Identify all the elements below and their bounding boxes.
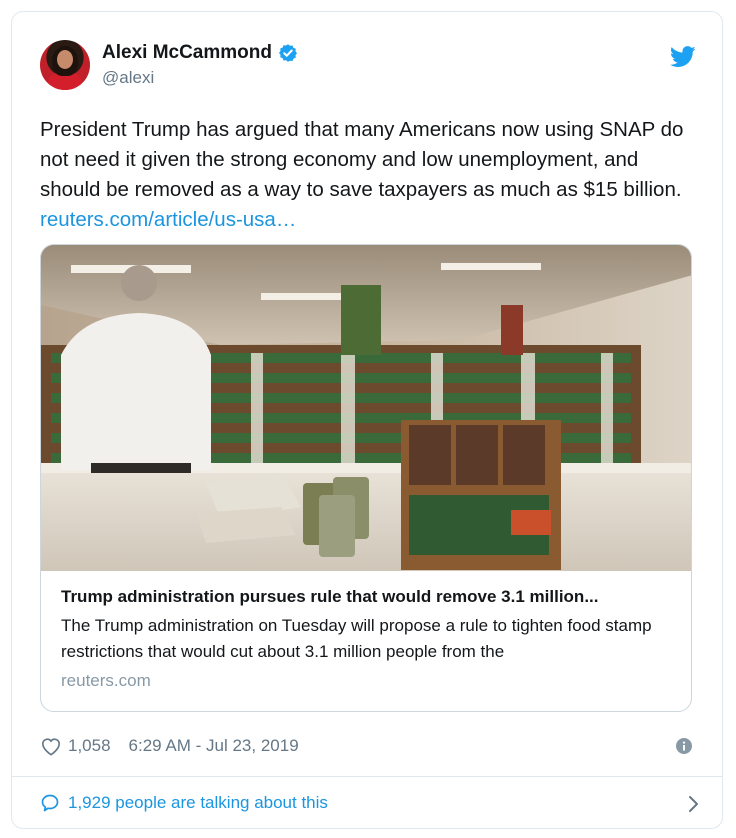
avatar[interactable]	[40, 40, 90, 90]
avatar-face	[57, 50, 73, 69]
tweet-timestamp[interactable]: 6:29 AM - Jul 23, 2019	[129, 736, 299, 756]
verified-badge-icon	[278, 44, 297, 62]
info-icon[interactable]	[676, 738, 692, 754]
name-row: Alexi McCammond	[102, 42, 298, 64]
link-card-description: The Trump administration on Tuesday will…	[61, 616, 652, 661]
heart-icon[interactable]	[40, 736, 62, 756]
link-card-title[interactable]: Trump administration pursues rule that w…	[61, 585, 675, 609]
author-block: Alexi McCammond @alexi	[102, 42, 298, 88]
conversation-link[interactable]: 1,929 people are talking about this	[40, 788, 700, 818]
tweet-embed-card[interactable]: Alexi McCammond @alexi President Trump h…	[11, 11, 723, 829]
link-preview-card[interactable]: Trump administration pursues rule that w…	[40, 244, 692, 712]
link-card-domain: reuters.com	[61, 671, 151, 690]
tweet-link[interactable]: reuters.com/article/us-usa…	[40, 208, 296, 231]
divider	[12, 776, 722, 777]
tweet-text: President Trump has argued that many Ame…	[40, 115, 700, 235]
like-count[interactable]: 1,058	[68, 736, 111, 756]
conversation-label[interactable]: 1,929 people are talking about this	[68, 793, 328, 813]
link-card-body: Trump administration pursues rule that w…	[61, 585, 675, 691]
chevron-right-icon[interactable]	[688, 795, 700, 813]
author-handle[interactable]: @alexi	[102, 68, 298, 88]
author-display-name[interactable]: Alexi McCammond	[102, 42, 272, 64]
speech-bubble-icon	[41, 794, 59, 812]
tweet-body: President Trump has argued that many Ame…	[40, 118, 684, 201]
tweet-header: Alexi McCammond @alexi	[40, 40, 696, 96]
tweet-meta-row: 1,058 6:29 AM - Jul 23, 2019	[40, 732, 696, 760]
twitter-bird-icon[interactable]	[670, 46, 696, 68]
food-pantry-photo[interactable]	[41, 245, 692, 571]
